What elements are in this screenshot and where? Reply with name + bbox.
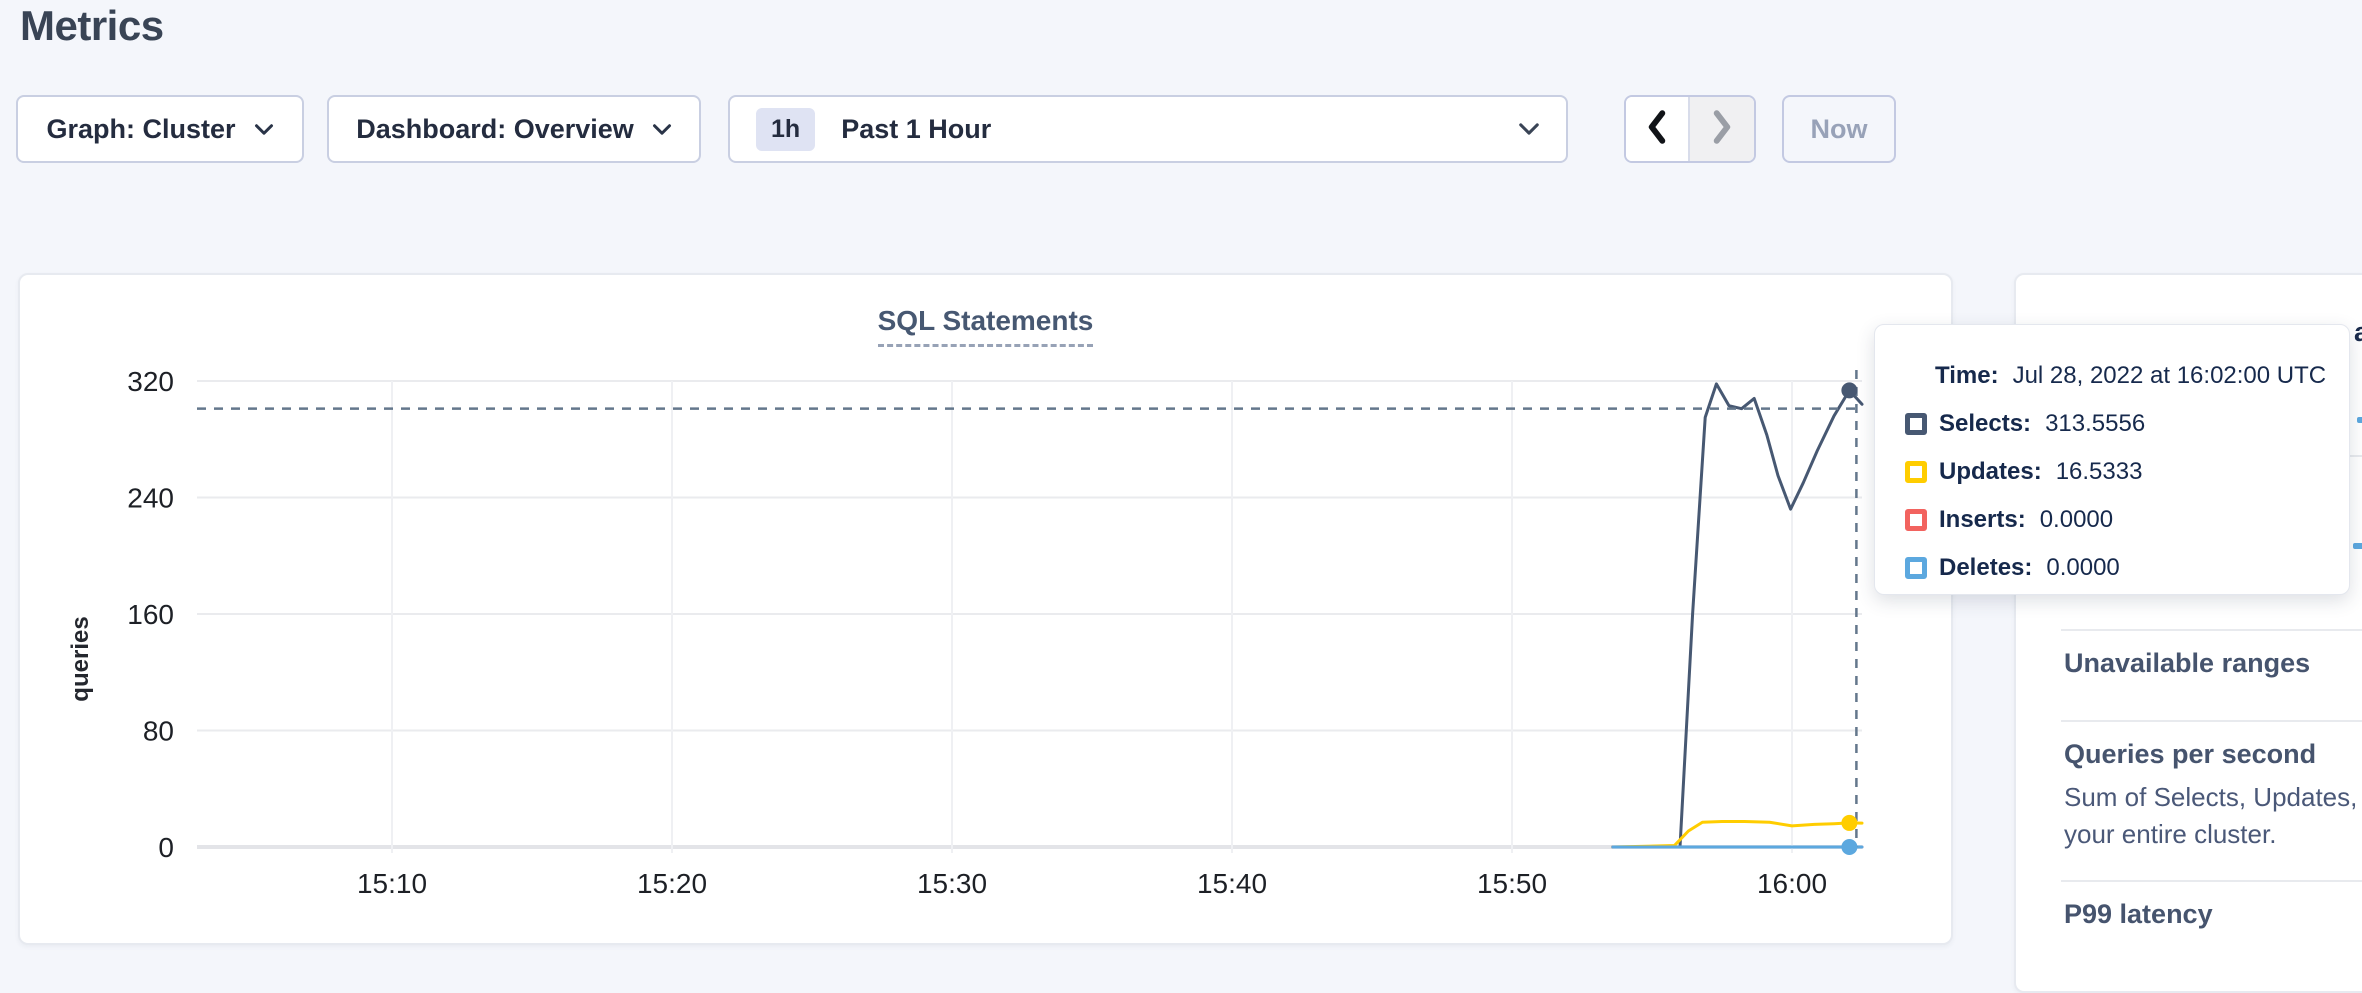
tooltip-selects-value: 313.5556 — [2045, 410, 2145, 438]
svg-text:15:40: 15:40 — [1197, 868, 1267, 899]
sql-statements-plot[interactable]: 0 80 160 240 320 15:10 15:20 15:30 15:40 15:50 16:… — [20, 275, 1951, 943]
svg-text:15:50: 15:50 — [1477, 868, 1547, 899]
divider — [2061, 880, 2362, 882]
svg-text:16:00: 16:00 — [1757, 868, 1827, 899]
svg-text:15:10: 15:10 — [357, 868, 427, 899]
svg-text:0: 0 — [158, 832, 174, 863]
selects-legend-swatch — [1905, 413, 1927, 435]
svg-text:15:30: 15:30 — [917, 868, 987, 899]
next-interval-button[interactable] — [1690, 97, 1754, 161]
chevron-down-icon — [1518, 122, 1540, 136]
sql-statements-chart-card: SQL Statements 08016024032015:1015:2015:… — [18, 273, 1953, 945]
tooltip-updates-value: 16.5333 — [2056, 458, 2143, 486]
divider — [2061, 720, 2362, 722]
time-range-label: Past 1 Hour — [841, 114, 991, 145]
chevron-down-icon — [254, 123, 274, 136]
svg-text:160: 160 — [127, 599, 174, 630]
tooltip-inserts-value: 0.0000 — [2040, 506, 2113, 534]
time-range-dropdown[interactable]: 1h Past 1 Hour — [728, 95, 1568, 163]
dashboard-dropdown[interactable]: Dashboard: Overview — [327, 95, 701, 163]
svg-text:queries: queries — [67, 616, 94, 701]
graph-scope-dropdown[interactable]: Graph: Cluster — [16, 95, 304, 163]
page-title: Metrics — [20, 2, 164, 50]
chart-tooltip: Time: Jul 28, 2022 at 16:02:00 UTC Selec… — [1874, 324, 2350, 595]
sidebar-heading-unavailable-ranges: Unavailable ranges — [2064, 648, 2310, 679]
tooltip-deletes-value: 0.0000 — [2046, 554, 2119, 582]
sidebar-heading-queries-per-second: Queries per second — [2064, 739, 2316, 770]
tooltip-inserts-label: Inserts: — [1939, 506, 2026, 534]
svg-text:15:20: 15:20 — [637, 868, 707, 899]
sidebar-description-line: Sum of Selects, Updates, Inser — [2064, 779, 2362, 816]
svg-text:80: 80 — [143, 716, 174, 747]
inserts-legend-swatch — [1905, 509, 1927, 531]
graph-scope-label: Graph: Cluster — [46, 114, 235, 145]
clipped-link-fragment — [2353, 543, 2362, 549]
tooltip-time-label: Time: — [1935, 362, 1999, 390]
divider — [2061, 629, 2362, 631]
sidebar-heading-p99-latency: P99 latency — [2064, 899, 2213, 930]
chevron-left-icon — [1646, 110, 1668, 149]
tooltip-time-value: Jul 28, 2022 at 16:02:00 UTC — [2013, 362, 2327, 390]
tooltip-selects-label: Selects: — [1939, 410, 2031, 438]
dashboard-label: Dashboard: Overview — [356, 114, 634, 145]
deletes-legend-swatch — [1905, 557, 1927, 579]
chevron-right-icon — [1711, 110, 1733, 149]
clipped-text-fragment: a — [2354, 317, 2362, 348]
chevron-down-icon — [652, 123, 672, 136]
prev-interval-button[interactable] — [1626, 97, 1690, 161]
time-range-badge: 1h — [756, 108, 815, 151]
metrics-page: { "colors": { "page_bg": "#f4f6fb", "hea… — [0, 0, 2362, 966]
tooltip-deletes-label: Deletes: — [1939, 554, 2032, 582]
svg-text:320: 320 — [127, 366, 174, 397]
updates-legend-swatch — [1905, 461, 1927, 483]
time-pager — [1624, 95, 1756, 163]
svg-text:240: 240 — [127, 483, 174, 514]
sidebar-description-line: your entire cluster. — [2064, 816, 2276, 853]
tooltip-updates-label: Updates: — [1939, 458, 2042, 486]
clipped-link-fragment — [2357, 417, 2362, 423]
now-button[interactable]: Now — [1782, 95, 1896, 163]
